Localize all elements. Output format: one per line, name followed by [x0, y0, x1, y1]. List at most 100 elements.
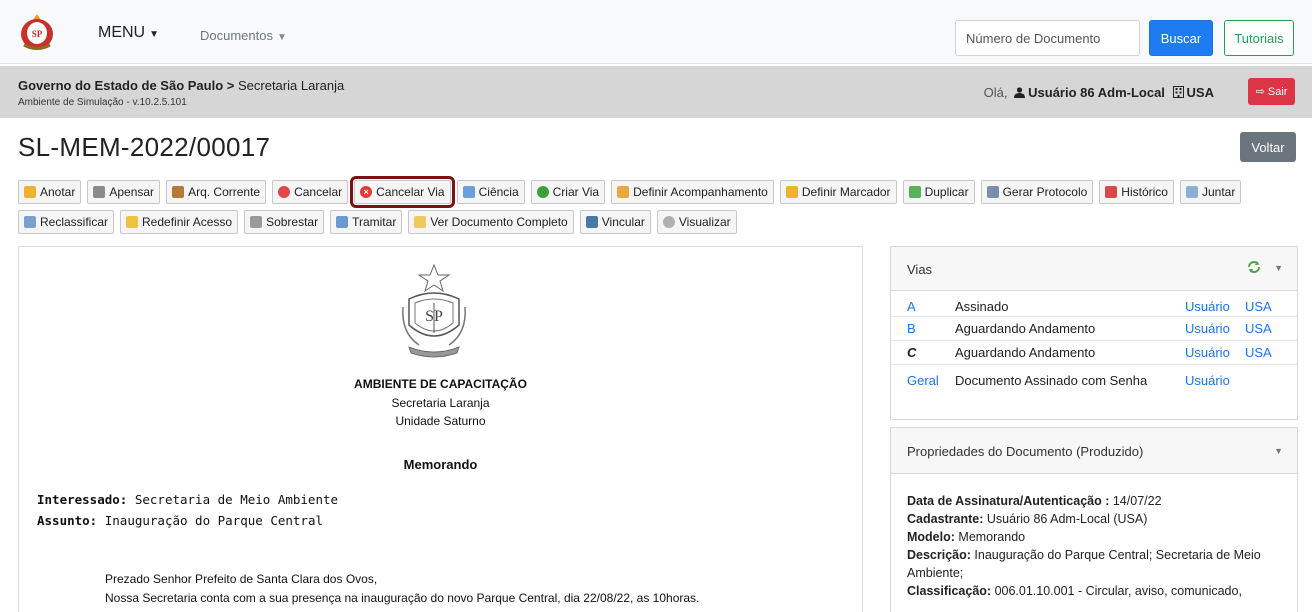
action-row-2: Reclassificar Redefinir Acesso Sobrestar… [18, 210, 1298, 234]
duplicate-button[interactable]: Duplicar [902, 180, 975, 204]
generate-protocol-label: Gerar Protocolo [1002, 185, 1088, 199]
attach-label: Apensar [109, 185, 155, 199]
page-title: SL-MEM-2022/00017 [18, 132, 271, 162]
via-letter-link[interactable]: B [907, 321, 916, 336]
interested-field: Interessado: Secretaria de Meio Ambiente [37, 492, 338, 507]
cancel-icon [278, 186, 291, 198]
view-full-document-label: Ver Documento Completo [430, 215, 568, 229]
annotate-icon [24, 186, 36, 198]
sp-emblem-icon: SP [402, 263, 466, 358]
add-icon [536, 186, 549, 198]
archive-current-label: Arq. Corrente [188, 185, 261, 199]
logout-button[interactable]: ⇨ Sair [1248, 78, 1295, 105]
classification-label: Classificação: [907, 584, 992, 598]
classification-value: 006.01.10.001 - Circular, aviso, comunic… [994, 584, 1242, 598]
link-icon [585, 216, 598, 228]
properties-card: Propriedades do Documento (Produzido) ▼ … [890, 427, 1298, 612]
create-via-button[interactable]: Criar Via [530, 180, 606, 204]
via-row: C Aguardando Andamento Usuário USA [891, 341, 1297, 365]
forward-icon [336, 216, 349, 228]
tracking-icon [617, 186, 630, 198]
back-button[interactable]: Voltar [1240, 132, 1296, 162]
cancel-button[interactable]: Cancelar [272, 180, 349, 204]
breadcrumb: Governo do Estado de São Paulo > Secreta… [18, 78, 344, 93]
properties-card-header[interactable]: Propriedades do Documento (Produzido) ▼ [891, 428, 1297, 474]
attach-button[interactable]: Apensar [87, 180, 161, 204]
via-status: Aguardando Andamento [955, 345, 1096, 360]
link-button[interactable]: Vincular [579, 210, 651, 234]
user-name: Usuário 86 Adm-Local [1028, 85, 1165, 100]
via-user-link[interactable]: Usuário [1185, 345, 1230, 360]
main-menu[interactable]: MENU ▼ [98, 24, 159, 42]
define-tracking-button[interactable]: Definir Acompanhamento [611, 180, 774, 204]
via-letter-link[interactable]: A [907, 299, 916, 314]
search-button[interactable]: Buscar [1149, 20, 1213, 56]
define-tracking-label: Definir Acompanhamento [633, 185, 768, 199]
duplicate-label: Duplicar [924, 185, 969, 199]
documents-menu[interactable]: Documentos ▼ [200, 28, 287, 43]
registrant-label: Cadastrante: [907, 512, 984, 526]
document-heading: AMBIENTE DE CAPACITAÇÃO [354, 377, 527, 391]
action-toolbar: Anotar Apensar Arq. Corrente Cancelar × C… [18, 176, 1298, 240]
caret-down-icon: ▼ [276, 32, 287, 43]
context-header: Governo do Estado de São Paulo > Secreta… [0, 66, 1312, 118]
user-icon [1014, 87, 1026, 98]
via-org-link[interactable]: USA [1245, 321, 1272, 336]
via-status: Assinado [955, 299, 1009, 314]
document-salutation: Prezado Senhor Prefeito de Santa Clara d… [105, 572, 378, 586]
registrant: Cadastrante: Usuário 86 Adm-Local (USA) [907, 510, 1281, 528]
archive-current-button[interactable]: Arq. Corrente [166, 180, 267, 204]
history-label: Histórico [1121, 185, 1168, 199]
join-label: Juntar [1201, 185, 1236, 199]
description-label: Descrição: [907, 548, 971, 562]
chevron-down-icon[interactable]: ▼ [1274, 446, 1283, 456]
attach-icon [93, 186, 106, 198]
registrant-value: Usuário 86 Adm-Local (USA) [986, 512, 1148, 526]
cancel-via-button[interactable]: × Cancelar Via [350, 176, 455, 208]
calendar-icon [1105, 186, 1118, 198]
reclassify-button[interactable]: Reclassificar [18, 210, 115, 234]
document-body: Nossa Secretaria conta com a sua presenç… [105, 591, 700, 605]
view-button[interactable]: Visualizar [656, 210, 737, 234]
forward-button[interactable]: Tramitar [330, 210, 403, 234]
building-icon [1172, 86, 1184, 98]
refresh-icon[interactable] [1247, 260, 1261, 274]
signature-value: 14/07/22 [1112, 494, 1162, 508]
via-row: B Aguardando Andamento Usuário USA [891, 317, 1297, 341]
document-number-input[interactable] [955, 20, 1140, 56]
tutorials-button[interactable]: Tutoriais [1224, 20, 1294, 56]
breadcrumb-org: Governo do Estado de São Paulo [18, 78, 224, 93]
generate-protocol-button[interactable]: Gerar Protocolo [980, 180, 1094, 204]
history-button[interactable]: Histórico [1099, 180, 1174, 204]
shield-icon [126, 216, 139, 228]
join-button[interactable]: Juntar [1179, 180, 1242, 204]
redefine-access-button[interactable]: Redefinir Acesso [120, 210, 239, 234]
via-org-link[interactable]: USA [1245, 345, 1272, 360]
model: Modelo: Memorando [907, 528, 1281, 546]
acknowledge-button[interactable]: Ciência [456, 180, 525, 204]
vias-card: Vias ▼ A Assinado Usuário USA B Aguardan… [890, 246, 1298, 420]
forward-label: Tramitar [352, 215, 397, 229]
via-org-link[interactable]: USA [1245, 299, 1272, 314]
suspend-button[interactable]: Sobrestar [244, 210, 325, 234]
define-marker-button[interactable]: Definir Marcador [779, 180, 897, 204]
via-user-link[interactable]: Usuário [1185, 373, 1230, 388]
subject-label: Assunto: [37, 513, 98, 528]
logout-label: Sair [1267, 86, 1288, 98]
reclassify-icon [24, 216, 36, 228]
printer-icon [986, 186, 999, 198]
eye-icon [662, 216, 675, 228]
chevron-down-icon[interactable]: ▼ [1274, 263, 1283, 273]
via-row: Geral Documento Assinado com Senha Usuár… [891, 365, 1297, 398]
view-full-document-button[interactable]: Ver Documento Completo [408, 210, 574, 234]
view-label: Visualizar [678, 215, 731, 229]
via-row: A Assinado Usuário USA [891, 295, 1297, 317]
via-status: Documento Assinado com Senha [955, 373, 1148, 388]
sp-coat-of-arms-icon[interactable]: SP [18, 12, 56, 52]
via-letter-link[interactable]: Geral [907, 373, 939, 388]
interested-label: Interessado: [37, 492, 128, 507]
user-unit: USA [1186, 85, 1214, 100]
via-user-link[interactable]: Usuário [1185, 299, 1230, 314]
via-user-link[interactable]: Usuário [1185, 321, 1230, 336]
annotate-button[interactable]: Anotar [18, 180, 82, 204]
